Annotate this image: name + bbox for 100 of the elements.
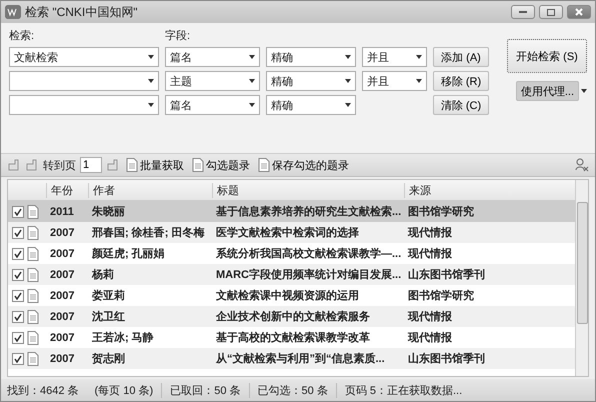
check-icon xyxy=(14,250,22,258)
document-icon xyxy=(27,226,39,240)
checkbox[interactable] xyxy=(12,248,24,260)
author-cell-text: 王若冰; 马静 xyxy=(91,330,155,345)
column-header[interactable]: 年份 xyxy=(46,182,88,198)
status-text: 找到：4642 条 xyxy=(7,384,80,398)
author-cell-text: 贺志刚 xyxy=(91,352,126,366)
year-cell-text: 2007 xyxy=(49,226,76,238)
match-dropdown[interactable]: 精确 xyxy=(266,47,356,67)
document-icon xyxy=(126,158,138,172)
title-cell-text: 从“文献检索与利用”到“信息素质... xyxy=(214,352,386,366)
document-icon xyxy=(27,246,39,260)
source-dropdown[interactable]: 文献检索 xyxy=(9,47,159,67)
author-cell-text: 杨莉 xyxy=(90,268,115,282)
window-title: 检索 "CNKI中国知网" xyxy=(25,4,139,20)
check-icon xyxy=(14,270,22,278)
maximize-icon xyxy=(547,8,555,16)
result-row[interactable]: 2011 朱晓丽 基于信息素养培养的研究生文献检索... 图书馆学研究 xyxy=(8,201,575,222)
checkbox[interactable] xyxy=(12,226,24,238)
year-cell-text: 2007 xyxy=(49,290,76,302)
match-dropdown[interactable]: 精确 xyxy=(266,95,356,115)
proxy-button[interactable]: 使用代理... xyxy=(516,81,579,101)
year-cell-text: 2007 xyxy=(49,268,76,280)
source-cell-text: 现代情报 xyxy=(406,310,453,324)
title-cell-text: 文献检索课中视频资源的运用 xyxy=(215,288,360,303)
field-label: 字段: xyxy=(165,29,192,43)
field-dropdown[interactable]: 篇名 xyxy=(165,95,260,115)
result-row[interactable]: 2007 颜廷虎; 孔丽娟 系统分析我国高校文献检索课教学—... 现代情报 xyxy=(8,243,575,264)
dropdown-arrow-icon xyxy=(148,55,154,59)
check-icon xyxy=(14,334,22,342)
status-text: 已勾选：50 条 xyxy=(248,382,336,398)
source-cell-text: 现代情报 xyxy=(406,226,453,240)
logic-dropdown[interactable]: 并且 xyxy=(362,47,427,67)
field-dropdown[interactable]: 篇名 xyxy=(165,47,260,67)
title-cell-text: 企业技术创新中的文献检索服务 xyxy=(215,310,371,324)
search-label: 检索: xyxy=(9,29,36,43)
dropdown-arrow-icon xyxy=(148,79,154,83)
save-records-button[interactable]: 保存勾选的题录 xyxy=(256,158,351,172)
page-input[interactable]: 1 xyxy=(80,157,102,173)
checkbox[interactable] xyxy=(12,310,24,322)
title-cell-text: 医学文献检索中检索词的选择 xyxy=(215,226,360,240)
checkbox[interactable] xyxy=(12,352,24,364)
column-header[interactable]: 作者 xyxy=(88,182,212,198)
user-remove-icon[interactable] xyxy=(575,158,589,172)
row-action-button[interactable]: 移除 (R) xyxy=(433,71,489,91)
dropdown-arrow-icon xyxy=(249,55,255,59)
check-records-button[interactable]: 勾选题录 xyxy=(190,158,252,172)
dropdown-arrow-icon xyxy=(345,55,351,59)
year-cell-text: 2007 xyxy=(49,332,76,344)
dropdown-arrow-icon xyxy=(249,103,255,107)
start-search-button[interactable]: 开始检索 (S) xyxy=(507,39,587,73)
status-text: 页码 5：正在获取数据... xyxy=(336,382,470,398)
title-cell-text: 系统分析我国高校文献检索课教学—... xyxy=(215,246,402,261)
close-button[interactable] xyxy=(567,5,591,19)
year-cell-text: 2011 xyxy=(49,206,75,218)
field-dropdown[interactable]: 主题 xyxy=(165,71,260,91)
batch-fetch-button[interactable]: 批量获取 xyxy=(124,158,186,172)
result-row[interactable]: 2007 娄亚莉 文献检索课中视频资源的运用 图书馆学研究 xyxy=(8,285,575,306)
column-header[interactable]: 标题 xyxy=(212,182,404,198)
source-cell-text: 现代情报 xyxy=(406,330,453,345)
author-cell-text: 朱晓丽 xyxy=(90,204,126,219)
author-cell-text: 沈卫红 xyxy=(91,310,126,324)
check-icon xyxy=(14,354,22,362)
scrollbar-thumb[interactable] xyxy=(576,202,588,324)
result-row[interactable]: 2007 王若冰; 马静 基于高校的文献检索课教学改革 现代情报 xyxy=(8,327,575,348)
result-row[interactable]: 2007 沈卫红 企业技术创新中的文献检索服务 现代情报 xyxy=(8,306,575,327)
app-logo-icon xyxy=(5,5,21,19)
author-cell-text: 邢春国; 徐桂香; 田冬梅 xyxy=(90,226,206,240)
document-icon xyxy=(27,268,39,282)
document-icon xyxy=(27,310,39,324)
row-action-button[interactable]: 添加 (A) xyxy=(433,47,489,67)
author-cell-text: 颜廷虎; 孔丽娟 xyxy=(90,246,166,261)
check-icon xyxy=(14,208,22,216)
maximize-button[interactable] xyxy=(539,5,563,19)
dropdown-arrow-icon xyxy=(345,79,351,83)
result-row[interactable]: 2007 杨莉 MARC字段使用频率统计对编目发展... 山东图书馆季刊 xyxy=(8,264,575,285)
minimize-icon xyxy=(519,11,527,13)
checkbox[interactable] xyxy=(12,206,24,218)
match-dropdown[interactable]: 精确 xyxy=(266,71,356,91)
source-cell-text: 现代情报 xyxy=(406,246,453,261)
result-row[interactable]: 2007 贺志刚 从“文献检索与利用”到“信息素质... 山东图书馆季刊 xyxy=(8,348,575,369)
dropdown-arrow-icon xyxy=(249,79,255,83)
checkbox[interactable] xyxy=(12,290,24,302)
dropdown-arrow-icon xyxy=(416,55,422,59)
minimize-button[interactable] xyxy=(511,5,535,19)
document-icon xyxy=(258,158,270,172)
check-icon xyxy=(14,228,22,236)
document-icon xyxy=(27,330,39,344)
row-action-button[interactable]: 清除 (C) xyxy=(433,95,489,115)
checkbox[interactable] xyxy=(12,268,24,280)
result-row[interactable]: 2007 邢春国; 徐桂香; 田冬梅 医学文献检索中检索词的选择 现代情报 xyxy=(8,222,575,243)
dropdown-arrow-icon xyxy=(416,79,422,83)
year-cell-text: 2007 xyxy=(49,310,76,322)
document-icon xyxy=(27,288,39,302)
document-icon xyxy=(192,158,204,172)
close-icon xyxy=(575,8,583,16)
logic-dropdown[interactable]: 并且 xyxy=(362,71,427,91)
dropdown-arrow-icon xyxy=(581,89,587,93)
document-icon xyxy=(27,204,39,218)
checkbox[interactable] xyxy=(12,332,24,344)
